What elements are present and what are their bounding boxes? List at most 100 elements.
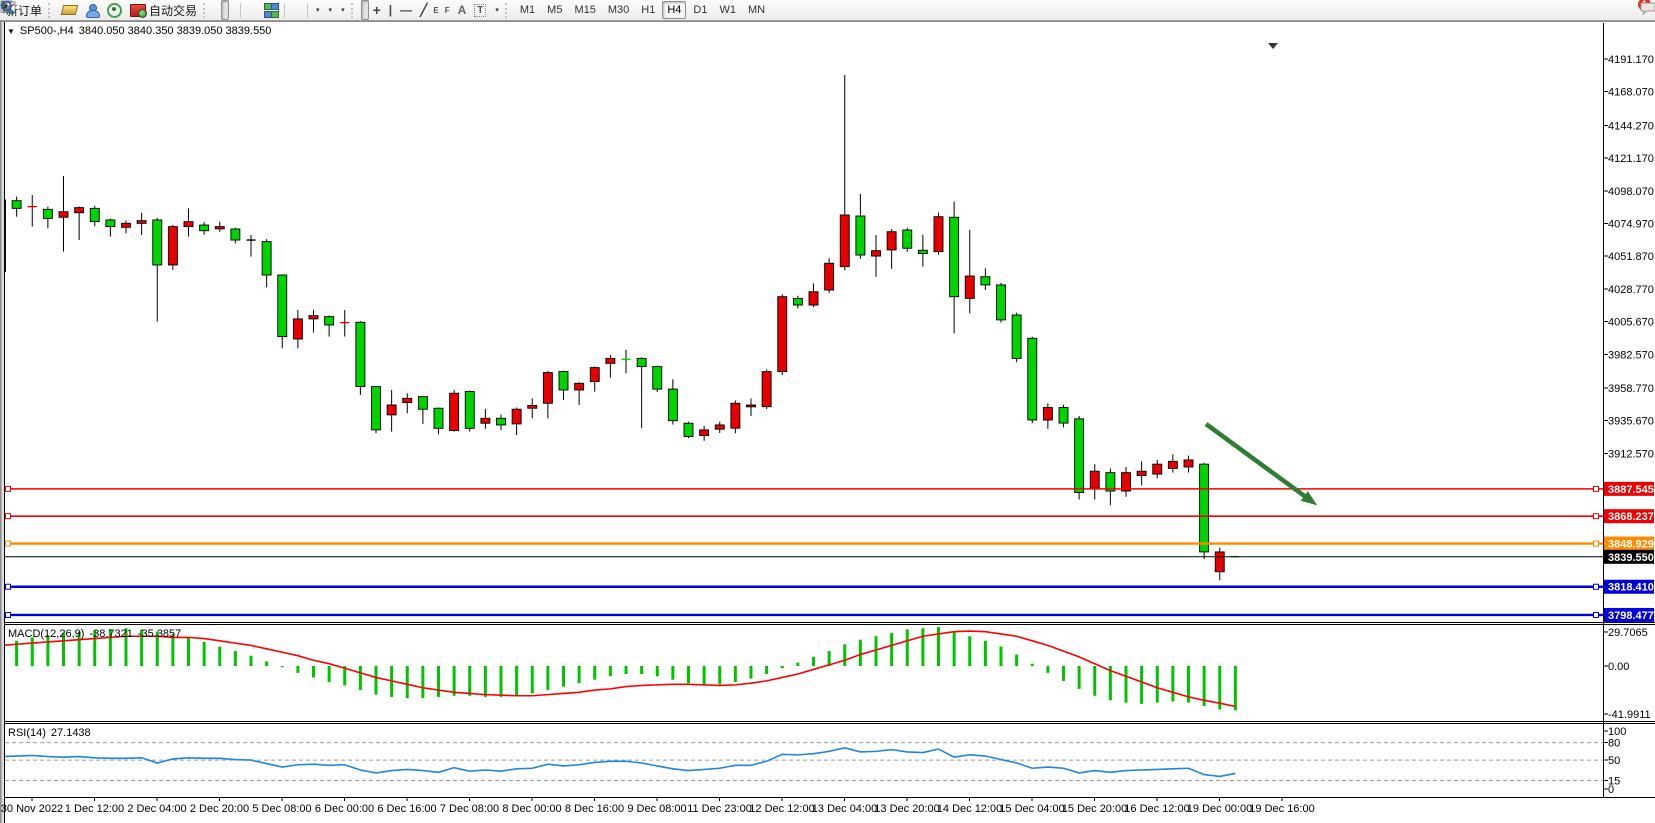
line-handle[interactable] (1594, 486, 1599, 491)
timeframe-MN[interactable]: MN (743, 1, 770, 19)
candle-body[interactable] (1043, 408, 1052, 420)
candle-body[interactable] (887, 232, 896, 250)
timeframe-M15[interactable]: M15 (569, 1, 600, 19)
candle-body[interactable] (278, 275, 287, 337)
timeframe-H4[interactable]: H4 (662, 1, 686, 19)
candle-body[interactable] (637, 358, 646, 366)
candle-body[interactable] (559, 372, 568, 390)
candle-body[interactable] (262, 242, 271, 275)
candle-body[interactable] (372, 387, 381, 430)
one-click-dropdown-icon[interactable]: ▼ (7, 27, 15, 36)
timeframe-M30[interactable]: M30 (603, 1, 634, 19)
candle-body[interactable] (168, 227, 177, 265)
line-chart-button[interactable] (229, 0, 237, 20)
candle-body[interactable] (434, 408, 443, 428)
chart-canvas[interactable]: 4191.1704168.0704144.2704121.1704098.070… (0, 0, 1655, 823)
candlestick-chart-button[interactable] (221, 0, 229, 20)
candle-body[interactable] (809, 292, 818, 305)
candle-body[interactable] (856, 216, 865, 255)
candle-body[interactable] (59, 212, 68, 218)
candle-body[interactable] (450, 393, 459, 430)
line-handle[interactable] (1594, 612, 1599, 617)
candle-body[interactable] (793, 298, 802, 305)
candle-body[interactable] (418, 397, 427, 410)
candle-body[interactable] (1012, 315, 1021, 358)
candle-body[interactable] (590, 368, 599, 382)
candle-body[interactable] (122, 223, 131, 227)
trendline-tool-button[interactable]: ╱ (416, 0, 431, 20)
candle-body[interactable] (75, 208, 84, 213)
candle-body[interactable] (1090, 471, 1099, 488)
templates-button[interactable]: ▾ (336, 0, 349, 20)
candle-body[interactable] (356, 322, 365, 386)
zoom-in-button[interactable] (244, 0, 252, 20)
candle-body[interactable] (1215, 552, 1224, 572)
candle-body[interactable] (231, 229, 240, 240)
horizontal-line-tool-button[interactable]: — (396, 0, 416, 20)
timeframe-D1[interactable]: D1 (688, 1, 712, 19)
candle-body[interactable] (1075, 419, 1084, 493)
notifications-button[interactable]: 1 (1639, 0, 1647, 20)
market-watch-button[interactable] (81, 0, 103, 20)
timeframe-M1[interactable]: M1 (515, 1, 540, 19)
candle-body[interactable] (43, 209, 52, 218)
new-chart-button[interactable]: ▾ (311, 0, 324, 20)
candle-body[interactable] (965, 276, 974, 298)
candle-body[interactable] (106, 220, 115, 227)
candle-body[interactable] (731, 403, 740, 428)
candle-body[interactable] (840, 215, 849, 267)
line-handle[interactable] (1594, 514, 1599, 519)
candle-body[interactable] (918, 250, 927, 253)
candle-body[interactable] (715, 425, 724, 429)
line-handle[interactable] (6, 612, 11, 617)
candle-body[interactable] (1153, 464, 1162, 474)
candle-body[interactable] (950, 217, 959, 296)
channel-tool-button[interactable]: E (431, 0, 442, 20)
candle-body[interactable] (778, 297, 787, 372)
candle-body[interactable] (1137, 471, 1146, 475)
fibonacci-tool-button[interactable]: F (443, 0, 454, 20)
candle-body[interactable] (1168, 461, 1177, 468)
cursor-tool-button[interactable] (361, 0, 369, 20)
signal-button[interactable] (103, 0, 126, 20)
candle-body[interactable] (1184, 460, 1193, 467)
line-handle[interactable] (6, 514, 11, 519)
line-handle[interactable] (1594, 541, 1599, 546)
candle-body[interactable] (668, 389, 677, 421)
tile-windows-button[interactable] (260, 0, 281, 20)
candle-body[interactable] (934, 217, 943, 252)
candle-body[interactable] (575, 383, 584, 390)
candle-body[interactable] (512, 409, 521, 424)
line-handle[interactable] (6, 541, 11, 546)
arrows-tool-button[interactable]: ▾ (490, 0, 503, 20)
line-handle[interactable] (6, 584, 11, 589)
candle-body[interactable] (997, 285, 1006, 320)
candle-body[interactable] (465, 392, 474, 429)
candle-body[interactable] (700, 430, 709, 436)
line-handle[interactable] (6, 486, 11, 491)
candle-body[interactable] (606, 358, 615, 363)
candle-body[interactable] (1200, 464, 1209, 552)
bar-chart-button[interactable] (213, 0, 221, 20)
periods-button[interactable]: ▾ (324, 0, 337, 20)
text-label-tool-button[interactable]: T (470, 0, 490, 20)
candle-body[interactable] (215, 227, 224, 229)
profile-button[interactable] (58, 0, 81, 20)
candle-body[interactable] (747, 405, 756, 407)
auto-trading-button[interactable]: 自动交易 (126, 0, 201, 20)
candle-body[interactable] (653, 367, 662, 390)
timeframe-W1[interactable]: W1 (714, 1, 741, 19)
candle-body[interactable] (762, 372, 771, 407)
candle-body[interactable] (825, 263, 834, 290)
chart-shift-button[interactable] (296, 0, 304, 20)
auto-scroll-button[interactable] (288, 0, 296, 20)
candle-body[interactable] (403, 398, 412, 402)
timeframe-M5[interactable]: M5 (542, 1, 567, 19)
candle-body[interactable] (684, 423, 693, 436)
candle-body[interactable] (903, 230, 912, 248)
candle-body[interactable] (309, 316, 318, 319)
candle-body[interactable] (200, 225, 209, 231)
candle-body[interactable] (481, 418, 490, 423)
text-tool-button[interactable]: A (454, 0, 471, 20)
candle-body[interactable] (387, 405, 396, 415)
